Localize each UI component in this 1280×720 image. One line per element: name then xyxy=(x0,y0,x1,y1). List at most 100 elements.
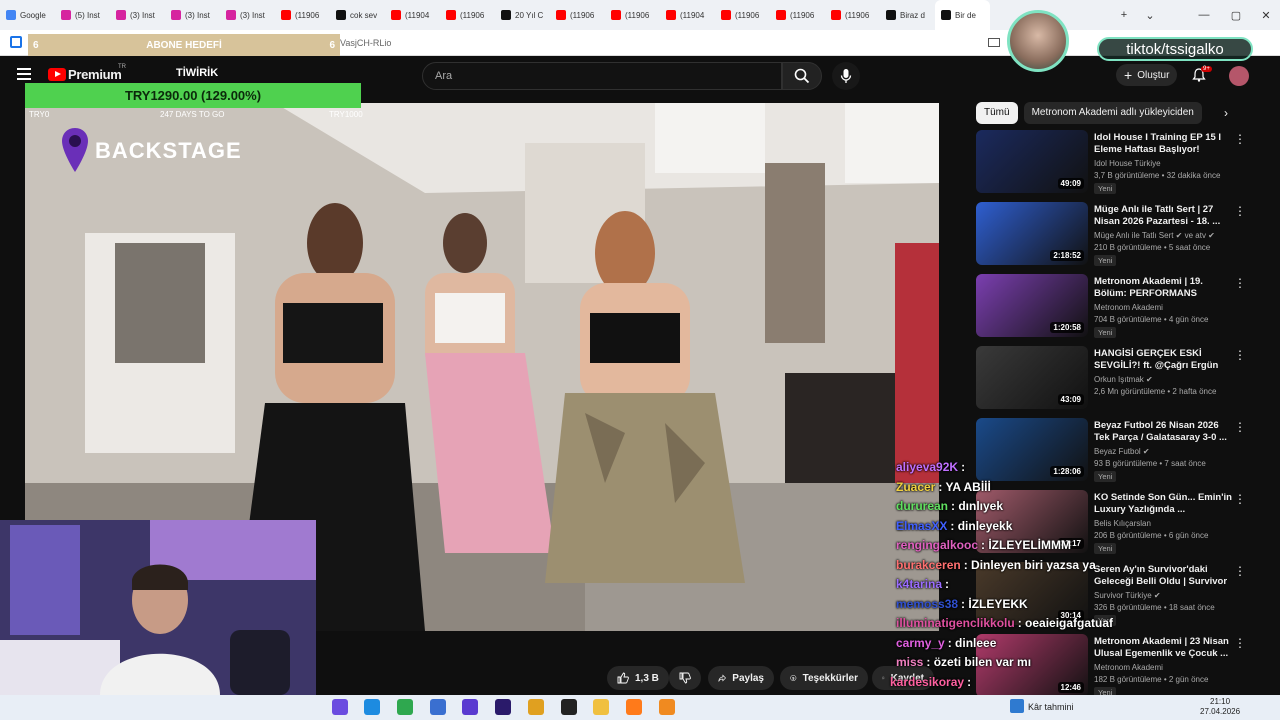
more-vert-icon[interactable]: ⋮ xyxy=(1234,564,1246,578)
more-vert-icon[interactable]: ⋮ xyxy=(1234,492,1246,506)
browser-tab[interactable]: (11904 xyxy=(660,0,715,30)
obs-icon[interactable] xyxy=(561,699,577,715)
tab-favicon-icon xyxy=(666,10,676,20)
browser-tab[interactable]: (3) Inst xyxy=(220,0,275,30)
url-text[interactable]: VasjCH-RLio xyxy=(340,38,391,48)
channel-name[interactable]: Metronom Akademi xyxy=(1094,303,1163,312)
recommended-video[interactable]: 49:09 Idol House I Training EP 15 I Eleme… xyxy=(976,130,1266,196)
video-title[interactable]: KO Setinde Son Gün... Emin'in Luxury Yaz… xyxy=(1094,492,1234,516)
new-badge: Yeni xyxy=(1094,183,1117,194)
search-button[interactable] xyxy=(782,62,822,90)
more-vert-icon[interactable]: ⋮ xyxy=(1234,420,1246,434)
app-icon[interactable] xyxy=(462,699,478,715)
channel-name[interactable]: Müge Anlı ile Tatlı Sert ✔ ve atv ✔ xyxy=(1094,231,1215,240)
browser-tab[interactable]: (3) Inst xyxy=(110,0,165,30)
video-thumbnail[interactable]: 1:28:06 xyxy=(976,418,1088,481)
mail-icon[interactable] xyxy=(430,699,446,715)
store-icon[interactable] xyxy=(397,699,413,715)
dislike-button[interactable] xyxy=(669,666,701,690)
video-title[interactable]: Metronom Akademi | 19. Bölüm: PERFORMANS… xyxy=(1094,276,1234,300)
recommended-video[interactable]: 2:18:52 Müge Anlı ile Tatlı Sert | 27 Nis… xyxy=(976,202,1266,268)
browser-tab[interactable]: Google xyxy=(0,0,55,30)
recommended-video[interactable]: 43:09 HANGİSİ GERÇEK ESKİ SEVGİLİ?! ft. @… xyxy=(976,346,1266,412)
account-avatar[interactable] xyxy=(1229,66,1249,86)
browser-tab[interactable]: (11906 xyxy=(440,0,495,30)
video-thumbnail[interactable]: 1:20:58 xyxy=(976,274,1088,337)
firefox-icon[interactable] xyxy=(626,699,642,715)
close-button[interactable]: ✕ xyxy=(1250,0,1280,30)
screen-cast-icon[interactable] xyxy=(988,38,1000,47)
more-vert-icon[interactable]: ⋮ xyxy=(1234,348,1246,362)
tab-favicon-icon xyxy=(501,10,511,20)
video-thumbnail[interactable]: 49:09 xyxy=(976,130,1088,193)
browser-tab[interactable]: (11906 xyxy=(275,0,330,30)
video-thumbnail[interactable]: 43:09 xyxy=(976,346,1088,409)
minimize-button[interactable]: — xyxy=(1188,0,1220,30)
tab-list-button[interactable]: ⌄ xyxy=(1134,0,1166,30)
voice-search-button[interactable] xyxy=(832,62,860,90)
video-title[interactable]: Idol House I Training EP 15 I Eleme Haft… xyxy=(1094,132,1234,156)
more-vert-icon[interactable]: ⋮ xyxy=(1234,636,1246,650)
youtube-logo-icon[interactable] xyxy=(48,68,66,81)
chat-text: : YA ABİİİ xyxy=(938,479,991,494)
like-button[interactable]: 1,3 B xyxy=(607,666,669,690)
youtube-premium-label[interactable]: Premium xyxy=(68,67,122,82)
taskbar-weather-text[interactable]: Kâr tahmini xyxy=(1028,702,1074,712)
more-vert-icon[interactable]: ⋮ xyxy=(1234,132,1246,146)
sidebar-toggle-icon[interactable] xyxy=(10,36,22,48)
more-vert-icon[interactable]: ⋮ xyxy=(1234,276,1246,290)
search-input[interactable]: Ara xyxy=(422,62,782,90)
video-thumbnail[interactable]: 2:18:52 xyxy=(976,202,1088,265)
browser-tab[interactable]: (5) Inst xyxy=(55,0,110,30)
channel-name[interactable]: Idol House Türkiye xyxy=(1094,159,1161,168)
channel-name[interactable]: Belis Kılıçarslan xyxy=(1094,519,1151,528)
recommended-video[interactable]: 1:28:06 Beyaz Futbol 26 Nisan 2026 Tek Pa… xyxy=(976,418,1266,484)
weather-icon[interactable] xyxy=(1010,699,1024,713)
edge-icon[interactable] xyxy=(364,699,380,715)
video-meta: 206 B görüntüleme • 6 gün önce xyxy=(1094,531,1209,540)
browser-tab[interactable]: Biraz d xyxy=(880,0,935,30)
bookmark-icon xyxy=(882,676,885,680)
filter-chip[interactable]: Metronom Akademi adlı yükleyiciden xyxy=(1023,102,1202,124)
channel-name[interactable]: Metronom Akademi xyxy=(1094,663,1163,672)
browser-tab[interactable]: (11906 xyxy=(770,0,825,30)
tab-favicon-icon xyxy=(226,10,236,20)
browser-tab[interactable]: Bir de xyxy=(935,0,990,30)
video-title[interactable]: HANGİSİ GERÇEK ESKİ SEVGİLİ?! ft. @Çağrı… xyxy=(1094,348,1234,372)
tab-favicon-icon xyxy=(171,10,181,20)
thanks-button[interactable]: $ Teşekkürler xyxy=(780,666,868,690)
channel-name[interactable]: Survivor Türkiye ✔ xyxy=(1094,591,1161,600)
filter-chip[interactable]: Tümü xyxy=(976,102,1018,124)
browser-tab[interactable]: cok sev xyxy=(330,0,385,30)
browser-tab[interactable]: (11904 xyxy=(385,0,440,30)
video-title[interactable]: Seren Ay'ın Survivor'daki Geleceği Belli… xyxy=(1094,564,1234,588)
copilot-icon[interactable] xyxy=(332,699,348,715)
browser-tab[interactable]: (3) Inst xyxy=(165,0,220,30)
video-title[interactable]: Beyaz Futbol 26 Nisan 2026 Tek Parça / G… xyxy=(1094,420,1234,444)
location-pin-icon xyxy=(62,128,88,172)
file-explorer-icon[interactable] xyxy=(593,699,609,715)
taskbar-clock[interactable]: 21:10 27.04.2026 xyxy=(1200,697,1240,717)
maximize-button[interactable]: ▢ xyxy=(1220,0,1252,30)
premiere-icon[interactable] xyxy=(495,699,511,715)
chevron-right-icon[interactable]: › xyxy=(1224,106,1228,120)
browser-tab[interactable]: (11906 xyxy=(825,0,880,30)
tab-label: (11906 xyxy=(625,10,650,20)
browser-tab[interactable]: (11906 xyxy=(605,0,660,30)
video-title[interactable]: Metronom Akademi | 23 Nisan Ulusal Egeme… xyxy=(1094,636,1234,660)
chrome-icon[interactable] xyxy=(528,699,544,715)
browser-tab[interactable]: 20 Yıl C xyxy=(495,0,550,30)
vlc-icon[interactable] xyxy=(659,699,675,715)
video-duration: 2:18:52 xyxy=(1050,250,1084,261)
browser-tab[interactable]: (11906 xyxy=(550,0,605,30)
create-button[interactable]: + Oluştur xyxy=(1116,64,1178,86)
tab-favicon-icon xyxy=(61,10,71,20)
more-vert-icon[interactable]: ⋮ xyxy=(1234,204,1246,218)
channel-name[interactable]: Orkun Işıtmak ✔ xyxy=(1094,375,1153,384)
share-button[interactable]: Paylaş xyxy=(708,666,774,690)
recommended-video[interactable]: 1:20:58 Metronom Akademi | 19. Bölüm: PER… xyxy=(976,274,1266,340)
browser-tab[interactable]: (11906 xyxy=(715,0,770,30)
video-title[interactable]: Müge Anlı ile Tatlı Sert | 27 Nisan 2026… xyxy=(1094,204,1234,228)
channel-name[interactable]: Beyaz Futbol ✔ xyxy=(1094,447,1150,456)
hamburger-menu-icon[interactable] xyxy=(17,68,31,80)
